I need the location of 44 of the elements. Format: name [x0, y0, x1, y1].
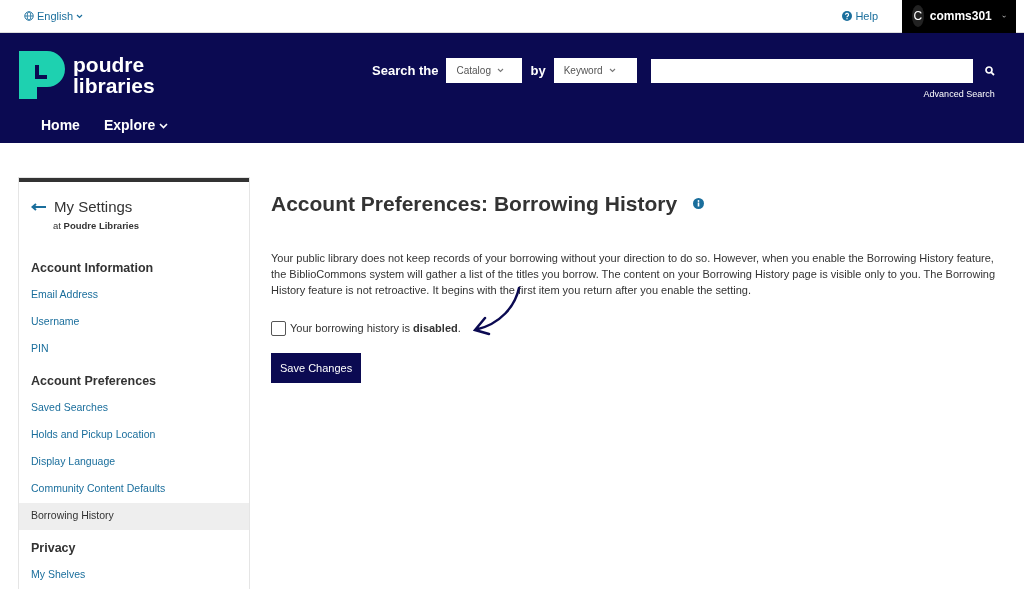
page-title: Account Preferences: Borrowing History	[271, 191, 678, 217]
chevron-icon	[76, 13, 84, 19]
back-arrow-icon[interactable]	[31, 203, 46, 212]
sidebar-link[interactable]: Username	[19, 308, 249, 336]
nav-link[interactable]: Explore	[103, 115, 169, 136]
chevron-icon	[159, 122, 169, 129]
sidebar-link[interactable]: Display Language	[19, 448, 249, 476]
sidebar-title: My Settings	[54, 197, 133, 217]
save-changes-button[interactable]: Save Changes	[271, 352, 362, 384]
user-avatar: C	[912, 5, 924, 27]
logo-text: libraries	[73, 75, 155, 96]
sidebar-link[interactable]: My Shelves	[19, 561, 249, 589]
info-icon[interactable]	[693, 198, 705, 210]
help-link[interactable]: Help	[842, 7, 878, 25]
logo-text: poudre	[73, 54, 146, 75]
search-label: Search the	[372, 61, 439, 80]
description-text: Your public library does not keep records of your borrowing without your direction to do so. However, when you enable the Borrowing History feature, the BiblioCommons system will gather a list of the titles you borrow. The content on your Borrowing History page is visible only to you. The Borrowing History feature is not retroactive. It begins with the first item you return after you enable the setting.	[271, 251, 997, 299]
search-icon[interactable]	[984, 65, 995, 76]
sidebar-heading: Privacy	[30, 539, 77, 557]
chevron-icon	[496, 68, 504, 73]
sidebar-link[interactable]: Holds and Pickup Location	[19, 421, 249, 449]
sidebar-link[interactable]: Email Address	[19, 281, 249, 309]
sidebar-link[interactable]: Saved Searches	[19, 394, 249, 422]
globe-icon	[24, 11, 34, 21]
nav-link[interactable]: Home	[41, 115, 80, 136]
language-dropdown[interactable]: English	[24, 7, 84, 25]
sidebar-link[interactable]: Borrowing History	[19, 502, 249, 530]
advanced-search-link[interactable]: Advanced Search	[923, 88, 995, 102]
chevron-icon	[608, 68, 616, 73]
checkbox-label: Your borrowing history is disabled.	[290, 321, 461, 337]
sidebar-link[interactable]: Community Content Defaults	[19, 475, 249, 503]
sidebar-link[interactable]: PIN	[19, 335, 249, 363]
search-input[interactable]	[650, 58, 973, 83]
sidebar-subtitle: at Poudre Libraries	[52, 218, 141, 233]
chevron-icon	[1001, 13, 1006, 19]
sidebar-heading: Account Preferences	[30, 372, 158, 390]
logo-icon	[19, 51, 65, 99]
search-field-dropdown[interactable]: Keyword	[553, 58, 637, 83]
help-icon	[842, 11, 853, 21]
account-menu-button[interactable]: C comms301	[902, 0, 1016, 33]
checkbox[interactable]	[271, 320, 286, 336]
sidebar-heading: Account Information	[30, 259, 155, 277]
search-scope-dropdown[interactable]: Catalog	[446, 58, 523, 83]
search-label: by	[530, 61, 546, 80]
